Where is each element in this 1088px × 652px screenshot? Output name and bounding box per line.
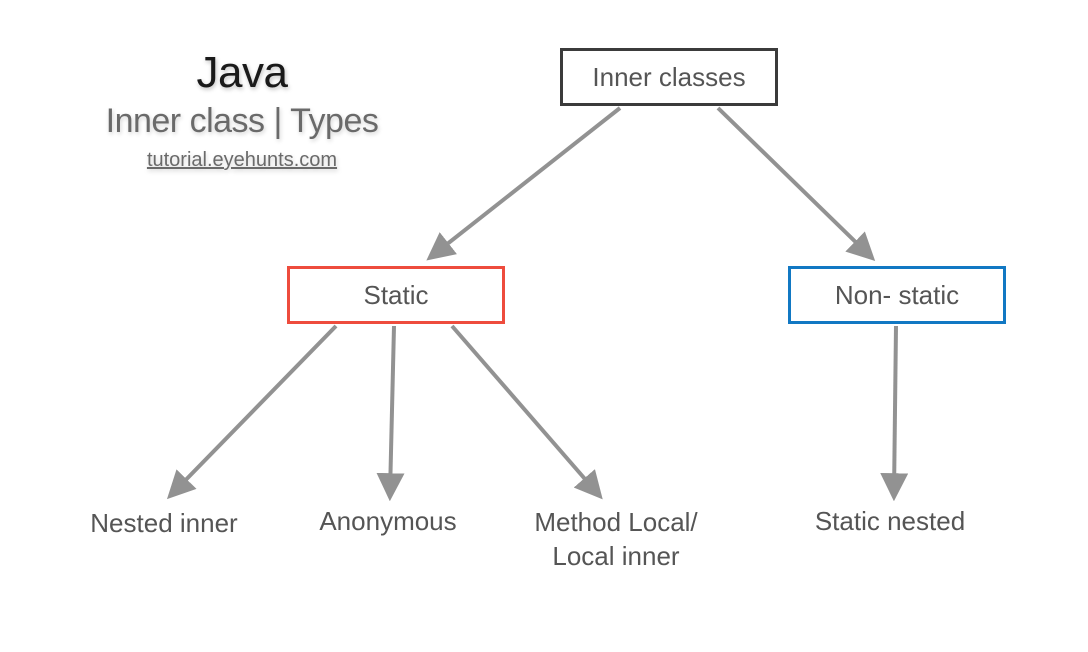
leaf-method-local: Method Local/ Local inner [506,506,726,574]
node-inner-classes: Inner classes [560,48,778,106]
arrow-static-to-anonymous [390,326,394,494]
arrow-static-to-nested [172,326,336,494]
node-nonstatic-label: Non- static [835,280,959,311]
title-subtitle: Inner class | Types [62,102,422,141]
leaf-anonymous: Anonymous [288,506,488,537]
node-root-label: Inner classes [592,62,745,93]
title-main: Java [62,48,422,98]
arrow-nonstatic-to-staticnested [894,326,896,494]
arrow-root-to-static [432,108,620,256]
leaf-static-nested: Static nested [790,506,990,537]
title-block: Java Inner class | Types tutorial.eyehun… [62,48,422,172]
leaf-nested-inner: Nested inner [64,508,264,539]
tutorial-link[interactable]: tutorial.eyehunts.com [62,149,422,172]
arrow-static-to-method [452,326,598,494]
node-static: Static [287,266,505,324]
node-non-static: Non- static [788,266,1006,324]
node-static-label: Static [363,280,428,311]
arrow-root-to-nonstatic [718,108,870,256]
